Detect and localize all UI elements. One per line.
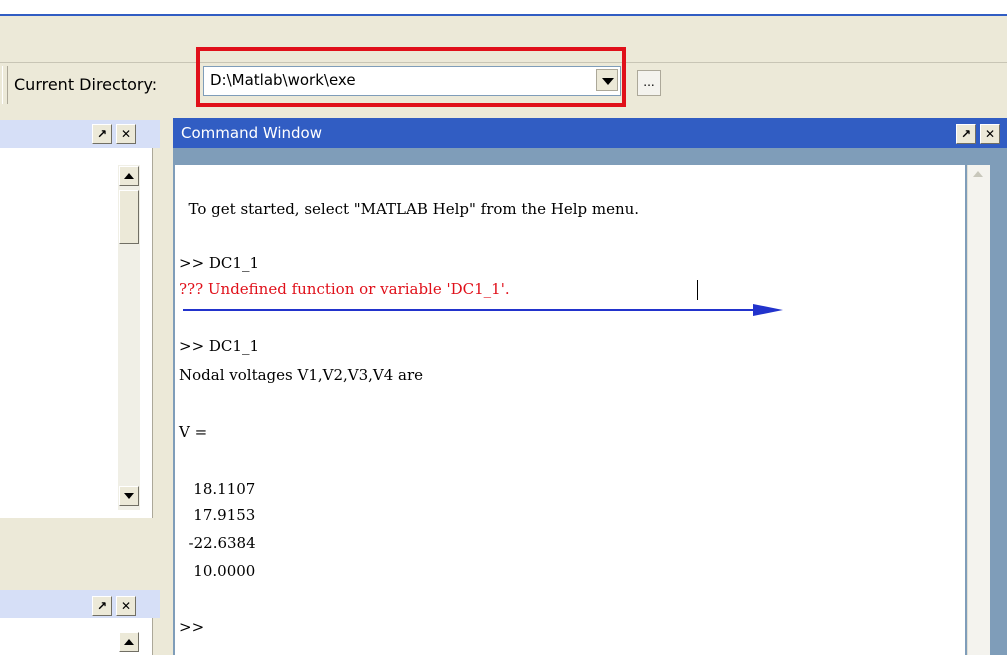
undock-icon[interactable]: ↗ (92, 124, 112, 144)
scroll-down-icon[interactable] (119, 486, 139, 506)
help-hint-line: To get started, select "MATLAB Help" fro… (179, 200, 640, 218)
output-value: -22.6384 (179, 534, 256, 552)
close-icon[interactable]: ✕ (980, 124, 1000, 144)
prompt-line[interactable]: >> (179, 618, 204, 636)
highlight-box (196, 47, 626, 107)
scroll-up-icon[interactable] (119, 166, 139, 186)
scroll-up-icon[interactable] (968, 165, 988, 185)
scroll-thumb[interactable] (119, 190, 139, 244)
scroll-up-icon[interactable] (119, 632, 139, 652)
undock-icon[interactable]: ↗ (956, 124, 976, 144)
left-lower-pane-titlebar (0, 590, 160, 618)
current-directory-label: Current Directory: (14, 75, 158, 94)
prompt-line: >> DC1_1 (179, 337, 259, 355)
text-cursor (697, 280, 698, 300)
command-window-title: Command Window (181, 124, 323, 142)
close-icon[interactable]: ✕ (116, 124, 136, 144)
close-icon[interactable]: ✕ (116, 596, 136, 616)
output-value: 18.1107 (179, 480, 256, 498)
left-pane-titlebar (0, 120, 160, 148)
toolbar-grip[interactable] (2, 66, 8, 104)
error-line: ??? Undefined function or variable 'DC1_… (179, 280, 510, 298)
output-value: 17.9153 (179, 506, 256, 524)
top-strip (0, 0, 1007, 16)
annotation-arrow (183, 309, 753, 311)
output-line: V = (179, 423, 208, 441)
command-window-scrollbar[interactable] (967, 165, 990, 655)
browse-button[interactable]: ... (637, 70, 661, 96)
undock-icon[interactable]: ↗ (92, 596, 112, 616)
prompt-line: >> DC1_1 (179, 254, 259, 272)
output-line: Nodal voltages V1,V2,V3,V4 are (179, 366, 424, 384)
command-window-body[interactable] (175, 165, 965, 655)
command-window-titlebar: Command Window (173, 118, 1007, 148)
left-pane-gap (0, 518, 160, 586)
output-value: 10.0000 (179, 562, 256, 580)
arrow-head-icon (753, 304, 783, 316)
